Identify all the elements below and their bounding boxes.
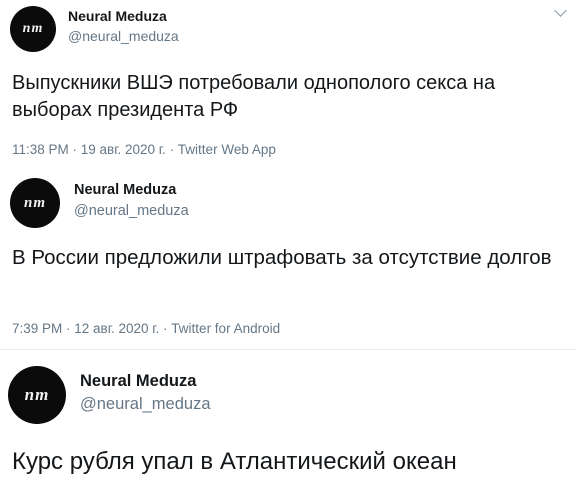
tweet-card[interactable]: nm Neural Meduza @neural_meduza Выпускни… <box>0 0 576 172</box>
author-handle[interactable]: @neural_meduza <box>80 395 211 414</box>
avatar[interactable]: nm <box>10 6 56 52</box>
author-handle[interactable]: @neural_meduza <box>68 28 179 44</box>
tweet-card[interactable]: nm Neural Meduza @neural_meduza Курс руб… <box>0 350 576 500</box>
avatar-monogram: nm <box>22 21 44 36</box>
avatar[interactable]: nm <box>10 178 60 228</box>
author-name[interactable]: Neural Meduza <box>74 182 176 198</box>
avatar-monogram: nm <box>24 385 50 404</box>
avatar[interactable]: nm <box>8 366 66 424</box>
author-handle[interactable]: @neural_meduza <box>74 203 189 219</box>
tweet-meta[interactable]: 11:38 PM · 19 авг. 2020 г. · Twitter Web… <box>12 142 276 157</box>
tweet-text: Курс рубля упал в Атлантический океан <box>12 448 457 475</box>
author-name[interactable]: Neural Meduza <box>68 8 167 24</box>
avatar-monogram: nm <box>23 194 46 211</box>
tweet-text: Выпускники ВШЭ потребовали однополого се… <box>12 72 496 121</box>
tweet-text: В России предложили штрафовать за отсутс… <box>12 246 552 269</box>
tweet-card[interactable]: nm Neural Meduza @neural_meduza В России… <box>0 172 576 348</box>
author-name[interactable]: Neural Meduza <box>80 372 196 391</box>
tweet-meta[interactable]: 7:39 PM · 12 авг. 2020 г. · Twitter for … <box>12 321 280 336</box>
chevron-down-icon[interactable] <box>554 4 567 17</box>
